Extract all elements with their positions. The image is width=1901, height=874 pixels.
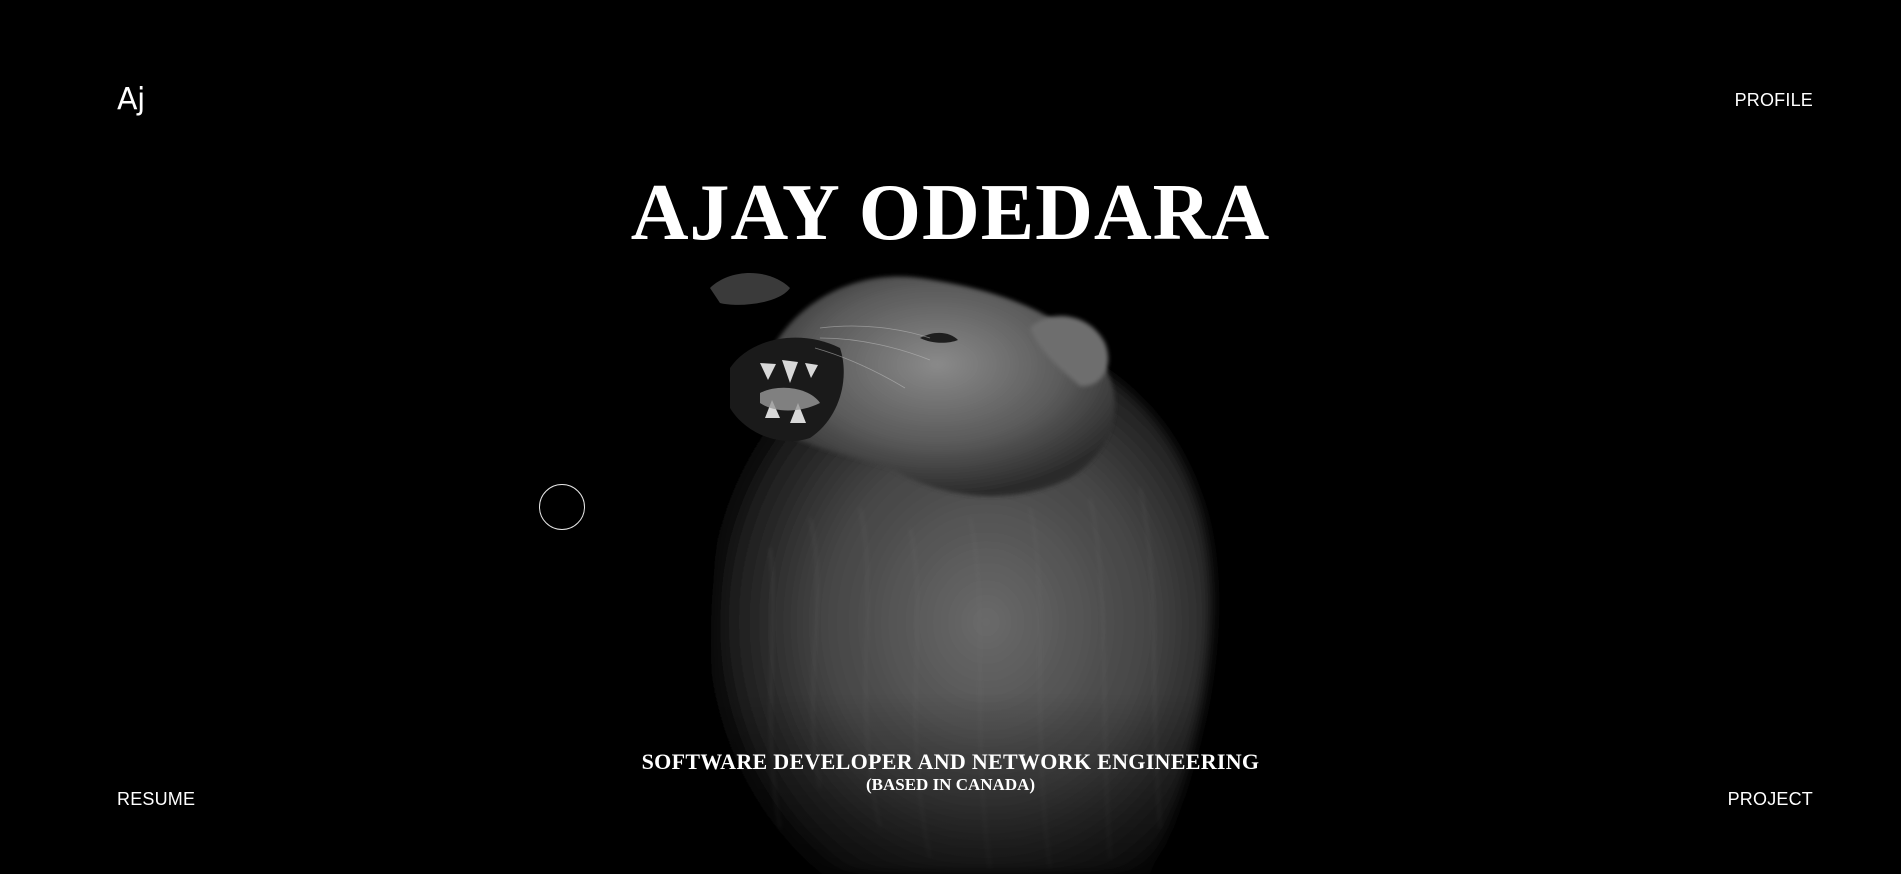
hero-section: Aj PROFILE AJAY ODEDARA SOFTWARE DEVELOP…	[0, 0, 1901, 874]
logo-link[interactable]: Aj	[117, 82, 145, 117]
nav-profile-link[interactable]: PROFILE	[1735, 90, 1813, 111]
hero-location: (BASED IN CANADA)	[865, 775, 1036, 794]
hero-title: AJAY ODEDARA	[630, 169, 1271, 257]
hero-subtitle: SOFTWARE DEVELOPER AND NETWORK ENGINEERI…	[641, 749, 1260, 774]
custom-cursor-ring	[539, 484, 585, 530]
nav-project-link[interactable]: PROJECT	[1728, 789, 1813, 810]
nav-resume-link[interactable]: RESUME	[117, 789, 195, 810]
